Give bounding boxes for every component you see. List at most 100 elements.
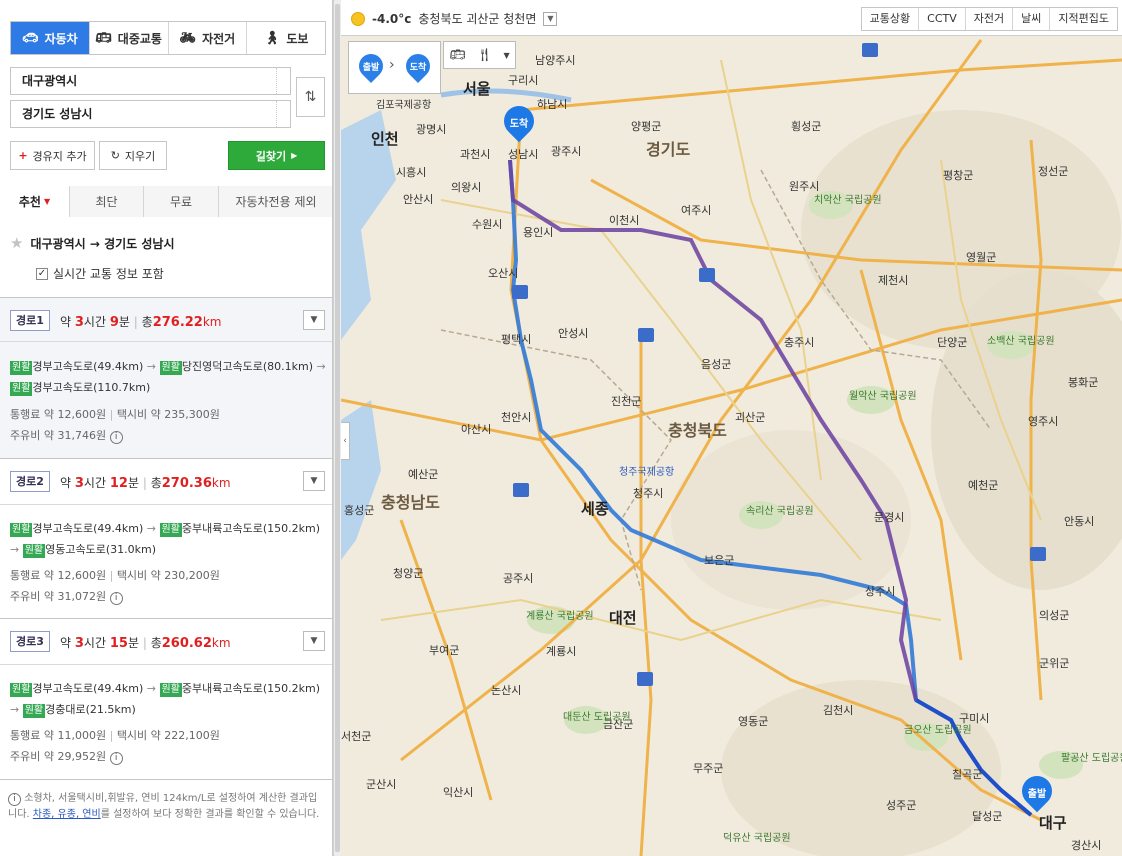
vehicle-settings-link[interactable]: 차종, 유종, 연비 [33,809,101,820]
fuel-cost: 주유비 약 29,952원 [10,750,107,763]
bus-icon[interactable]: 🚌︎ [449,48,466,63]
route-card-3[interactable]: 경로3 약 3시간 15분 | 총260.62km ▼ 원활 경부고속도로(49.… [0,618,332,779]
expand-button[interactable]: ▼ [303,310,325,330]
map-label: 논산시 [491,684,522,697]
traffic-badge: 원활 [159,523,182,537]
hours-unit: 시간 [83,636,107,650]
star-icon[interactable]: ★ [10,234,23,252]
drag-handle-icon[interactable] [276,68,290,94]
map-label: 구미시 [959,712,990,725]
distance-prefix: 총 [150,476,162,490]
map-label-chungbuk: 충청북도 [668,421,727,440]
map-label: 계룡시 [546,645,577,658]
layer-bicycle-button[interactable]: 자전거 [964,8,1013,30]
segment-text: 영동고속도로(31.0km) [45,543,157,556]
restaurant-icon[interactable]: 🍴︎ [476,48,493,63]
destination-input[interactable]: 경기도 성남시 [10,100,291,128]
find-route-button[interactable]: 길찾기 ▶ [228,141,325,170]
map-label: 남양주시 [535,54,576,67]
footnote: i 소형차, 서울택시비,휘발유, 연비 124km/L로 설정하여 계산한 결… [8,791,326,823]
clear-button[interactable]: ↻ 지우기 [99,141,167,170]
add-waypoint-button[interactable]: + 경유지 추가 [10,141,95,170]
distance-unit: km [202,315,222,329]
distance: 270.36 [161,476,212,491]
map-label: 군위군 [1039,657,1070,670]
origin-value: 대구광역시 [22,74,78,88]
map-label: 영동군 [738,715,769,728]
bicycle-icon: 🚲︎ [179,30,197,46]
clear-label: 지우기 [124,149,156,163]
traffic-badge: 원활 [159,361,182,375]
route-costs: 통행료 약 12,600원 | 택시비 약 235,300원 주유비 약 31,… [10,408,220,444]
mode-walk[interactable]: 🚶︎ 도보 [246,22,325,54]
mode-car-label: 자동차 [44,31,78,46]
map-label: 청양군 [393,567,424,580]
map-label: 원주시 [789,180,820,193]
map-label: 괴산군 [735,411,766,424]
layer-cadastral-button[interactable]: 지적편집도 [1049,8,1117,30]
info-icon[interactable]: i [109,431,123,444]
map-label-incheon: 인천 [371,130,399,148]
info-icon[interactable]: i [109,752,123,765]
mode-car[interactable]: 🚗︎ 자동차 [11,22,89,54]
mode-transit[interactable]: 🚌︎ 대중교통 [88,22,168,54]
tab-free-label: 무료 [169,195,193,209]
route-label: 경로3 [10,631,50,652]
origin-input[interactable]: 대구광역시 [10,67,291,95]
collapse-panel-button[interactable]: ‹ [341,422,350,460]
minutes-unit: 분 [118,315,130,329]
traffic-badge: 원활 [159,683,182,697]
map-label: 부여군 [429,644,460,657]
route-mini-widget[interactable]: 출발 › 도착 [348,41,441,94]
route-option-tabs: 추천 ▼ 최단 무료 자동차전용 제외 [0,186,332,217]
map-label-daejeon: 대전 [609,609,637,627]
route-segments: 원활 경부고속도로(49.4km) → 원활 중부내륙고속도로(150.2km) →… [10,522,321,558]
chevron-down-icon[interactable]: ▼ [504,51,510,60]
map-label: 횡성군 [791,120,822,133]
map[interactable]: 서울 인천 세종 대전 대구 경기도 충청북도 충청남도 남양주시 구리시 하남… [341,0,1122,856]
mode-bicycle[interactable]: 🚲︎ 자전거 [167,22,247,54]
swap-button[interactable]: ⇅ [296,77,325,117]
map-label: 안동시 [1064,515,1095,528]
tab-recommended-label: 추천 [18,194,41,209]
checkbox-checked-icon[interactable]: ✓ [36,267,48,280]
weather-temp: -4.0°c [372,11,412,26]
realtime-traffic-checkbox[interactable]: ✓ 실시간 교통 정보 포함 [36,265,164,282]
layer-traffic-button[interactable]: 교통상황 [861,8,919,30]
car-icon: 🚗︎ [22,30,39,46]
expand-button[interactable]: ▼ [303,471,325,491]
divider [0,504,332,505]
divider [0,341,332,342]
taxi-fee: 택시비 약 230,200원 [116,569,220,582]
layer-weather-button[interactable]: 날씨 [1012,8,1050,30]
route-card-2[interactable]: 경로2 약 3시간 12분 | 총270.36km ▼ 원활 경부고속도로(49.… [0,458,332,618]
mini-end-label: 도착 [409,63,427,73]
fuel-cost: 주유비 약 31,746원 [10,429,107,442]
map-label: 예천군 [968,479,999,492]
map-label: 달성군 [972,810,1003,823]
map-label: 하남시 [537,98,568,111]
info-icon: i [8,793,21,806]
map-label: 평택시 [501,333,532,346]
map-label: 의성군 [1039,609,1070,622]
map-label: 무주군 [693,762,724,775]
info-icon[interactable]: i [109,592,123,605]
tab-exclude-motorway[interactable]: 자동차전용 제외 [218,186,332,217]
poi-filter-widget[interactable]: 🚌︎ 🍴︎ ▼ [443,41,516,69]
destination-marker-label: 도착 [509,119,529,130]
chevron-down-icon[interactable]: ▼ [543,11,558,26]
tab-free[interactable]: 무료 [143,186,218,217]
tab-shortest[interactable]: 최단 [69,186,143,217]
map-label: 김천시 [823,704,854,717]
layer-cctv-button[interactable]: CCTV [918,8,965,30]
scrollbar-thumb[interactable] [335,4,340,852]
route-card-1[interactable]: 경로1 약 3시간 9분 | 총276.22km ▼ 원활 경부고속도로(49.4… [0,297,332,458]
expand-button[interactable]: ▼ [303,631,325,651]
tab-recommended[interactable]: 추천 ▼ [0,186,69,217]
map-label: 천안시 [501,411,532,424]
weather-widget[interactable]: -4.0°c 충청북도 괴산군 청천면 ▼ [351,10,558,27]
drag-handle-icon[interactable] [276,101,290,127]
scrollbar[interactable] [333,0,341,856]
add-waypoint-label: 경유지 추가 [32,149,87,163]
map-label-airport: 청주국제공항 [619,467,675,478]
